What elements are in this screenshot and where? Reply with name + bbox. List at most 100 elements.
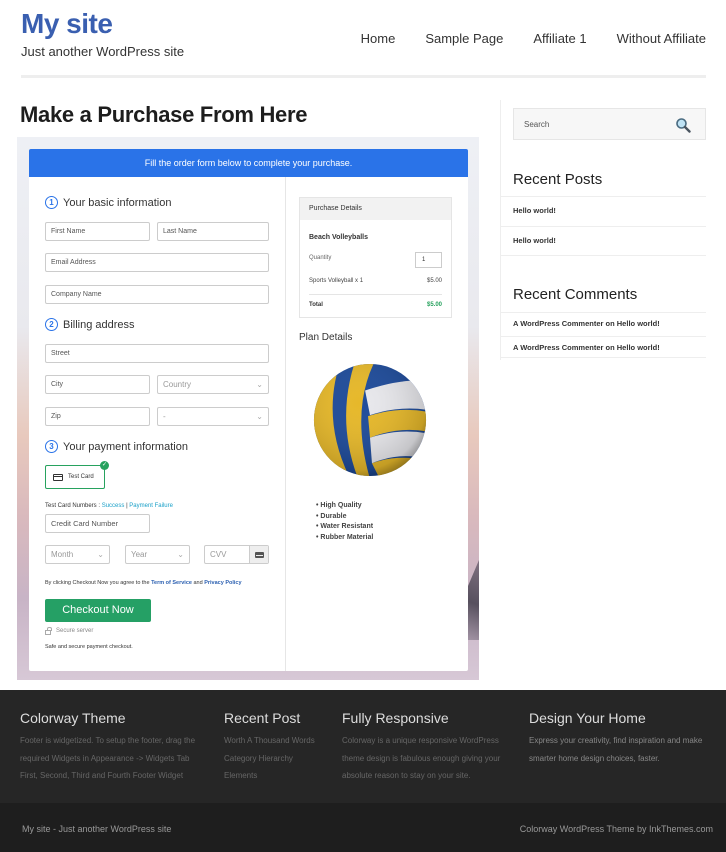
company-input[interactable]: Company Name [45, 285, 269, 304]
payment-method-label: Test Card [68, 474, 94, 480]
feature-item: Water Resistant [316, 522, 373, 533]
feature-item: Durable [316, 512, 373, 523]
recent-posts-title: Recent Posts [513, 171, 603, 188]
month-select[interactable]: Month ⌄ [45, 545, 110, 564]
street-input[interactable]: Street [45, 344, 269, 363]
feature-item: High Quality [316, 501, 373, 512]
footer-link[interactable]: Worth A Thousand Words [224, 732, 315, 750]
quantity-input[interactable]: 1 [415, 252, 442, 268]
footer-col-title: Fully Responsive [342, 710, 449, 726]
recent-comment-link[interactable]: A WordPress Commenter on Hello world! [501, 336, 706, 358]
email-input[interactable]: Email Address [45, 253, 269, 272]
site-tagline: Just another WordPress site [21, 44, 185, 59]
purchase-details-heading: Purchase Details [300, 198, 451, 220]
test-success-link[interactable]: Success [102, 503, 125, 509]
nav-without-affiliate[interactable]: Without Affiliate [617, 31, 706, 46]
checkout-button[interactable]: Checkout Now [45, 599, 151, 622]
chevron-down-icon: ⌄ [256, 380, 263, 389]
footer-col-colorway: Colorway Theme Footer is widgetized. To … [20, 710, 195, 785]
section-billing: 2 Billing address [45, 318, 135, 331]
nav-sample-page[interactable]: Sample Page [425, 31, 503, 46]
order-form-card: Fill the order form below to complete yo… [29, 149, 468, 671]
total-label: Total [309, 302, 323, 308]
search-box[interactable]: Search [513, 108, 706, 140]
country-select[interactable]: Country ⌄ [157, 375, 269, 394]
secure-server: Secure server [45, 626, 94, 635]
total-value: $5.00 [426, 302, 442, 308]
footer-link[interactable]: Elements [224, 767, 315, 785]
section-title: Your basic information [63, 196, 172, 209]
footer-text: theme design is fabulous enough giving y… [342, 753, 501, 763]
footer-theme-credit[interactable]: Colorway WordPress Theme by InkThemes.co… [520, 824, 713, 834]
volleyball-image [313, 363, 427, 477]
terms-link[interactable]: Term of Service [151, 580, 192, 586]
quantity-label: Quantity [309, 255, 332, 261]
month-select-value: Month [51, 550, 74, 559]
check-icon: ✓ [100, 461, 109, 470]
zip-input[interactable]: Zip [45, 407, 150, 426]
separator: | [126, 503, 128, 509]
country-select-value: Country [163, 380, 192, 389]
divider [309, 294, 442, 295]
credit-card-icon [53, 473, 63, 481]
cvv-input[interactable]: CVV [204, 545, 269, 564]
state-select-value: - [163, 412, 166, 421]
step-number: 1 [45, 196, 58, 209]
footer-text: Colorway is a unique responsive WordPres… [342, 736, 499, 745]
payment-method-test-card[interactable]: Test Card ✓ [45, 461, 109, 489]
footer-link[interactable]: Category Hierarchy [224, 750, 315, 768]
privacy-link[interactable]: Privacy Policy [204, 580, 241, 586]
step-number: 2 [45, 318, 58, 331]
feature-item: Rubber Material [316, 533, 373, 544]
purchase-details: Purchase Details Beach Volleyballs Quant… [299, 197, 452, 318]
form-banner: Fill the order form below to complete yo… [29, 149, 468, 177]
agree-text: By clicking Checkout Now you agree to th… [45, 580, 150, 586]
section-title: Your payment information [63, 440, 188, 453]
nav-home[interactable]: Home [361, 31, 396, 46]
section-basic-info: 1 Your basic information [45, 196, 171, 209]
page-title: Make a Purchase From Here [20, 102, 308, 127]
city-input[interactable]: City [45, 375, 150, 394]
chevron-down-icon: ⌄ [256, 412, 263, 421]
footer-text: absolute reason to stay on your site. [342, 771, 471, 780]
agree-and: and [193, 580, 203, 586]
safe-checkout-note: Safe and secure payment checkout. [45, 644, 133, 650]
main-nav: Home Sample Page Affiliate 1 Without Aff… [331, 31, 706, 46]
search-icon[interactable] [675, 117, 691, 133]
terms-agreement: By clicking Checkout Now you agree to th… [45, 580, 242, 586]
test-failure-link[interactable]: Payment Failure [129, 503, 173, 509]
line-item-name: Sports Volleyball x 1 [309, 278, 364, 284]
header-divider [21, 75, 706, 78]
footer-col-recent-post: Recent Post Worth A Thousand Words Categ… [224, 710, 315, 785]
chevron-down-icon: ⌄ [97, 550, 104, 559]
recent-post-link[interactable]: Hello world! [501, 226, 706, 256]
test-numbers-label: Test Card Numbers : [45, 503, 101, 509]
recent-post-link[interactable]: Hello world! [501, 196, 706, 226]
state-select[interactable]: - ⌄ [157, 407, 269, 426]
footer-text: required Widgets in Appearance -> Widget… [20, 753, 190, 763]
card-number-input[interactable]: Credit Card Number [45, 514, 150, 533]
footer-col-responsive: Fully Responsive Colorway is a unique re… [342, 710, 500, 785]
site-title[interactable]: My site [21, 8, 113, 40]
year-select[interactable]: Year ⌄ [125, 545, 190, 564]
column-divider [285, 177, 286, 671]
product-name: Beach Volleyballs [309, 234, 369, 241]
footer-text: smarter home design choices, faster. [529, 753, 660, 763]
secure-label: Secure server [56, 628, 94, 634]
cvv-placeholder: CVV [210, 550, 227, 559]
section-payment: 3 Your payment information [45, 440, 188, 453]
footer-col-title: Recent Post [224, 710, 301, 726]
last-name-input[interactable]: Last Name [157, 222, 269, 241]
recent-comment-link[interactable]: A WordPress Commenter on Hello world! [501, 312, 706, 334]
total-row: Total $5.00 [309, 302, 442, 308]
cvv-card-icon [249, 546, 268, 563]
line-item: Sports Volleyball x 1 $5.00 [309, 278, 442, 284]
first-name-input[interactable]: First Name [45, 222, 150, 241]
footer-col-design: Design Your Home Express your creativity… [529, 710, 702, 767]
search-input[interactable]: Search [524, 120, 549, 129]
recent-comments-title: Recent Comments [513, 286, 638, 303]
footer-site-credit[interactable]: My site - Just another WordPress site [22, 824, 171, 834]
lock-icon [45, 626, 52, 635]
footer-text: Footer is widgetized. To setup the foote… [20, 736, 196, 745]
nav-affiliate-1[interactable]: Affiliate 1 [533, 31, 586, 46]
